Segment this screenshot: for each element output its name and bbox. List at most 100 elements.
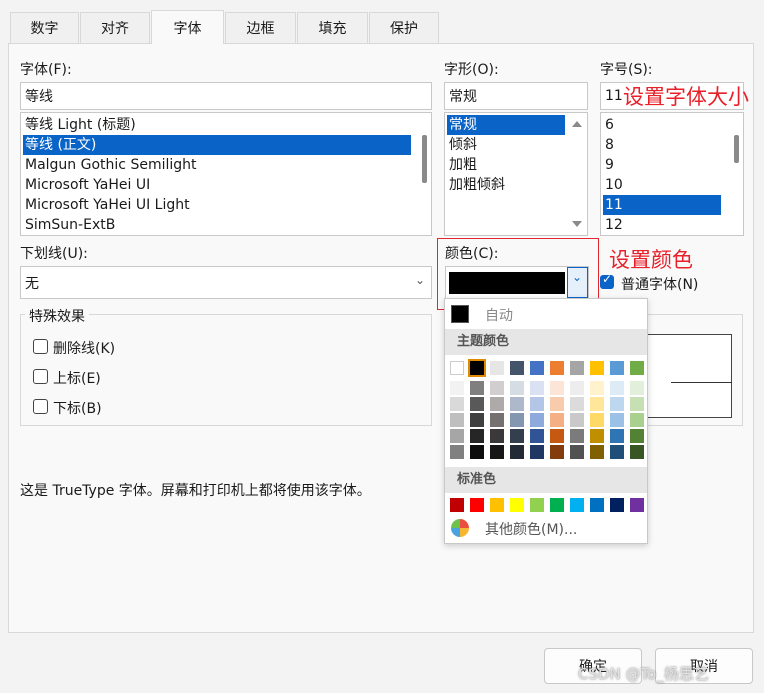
theme-color-swatch[interactable] xyxy=(550,397,564,411)
list-item[interactable]: 加粗 xyxy=(447,155,565,175)
theme-color-swatch[interactable] xyxy=(610,397,624,411)
theme-color-swatch[interactable] xyxy=(630,445,644,459)
font-style-list[interactable]: 常规 倾斜 加粗 加粗倾斜 xyxy=(444,112,588,236)
theme-color-swatch[interactable] xyxy=(530,413,544,427)
list-item[interactable]: Microsoft YaHei UI xyxy=(23,175,411,195)
list-item[interactable]: Microsoft YaHei UI Light xyxy=(23,195,411,215)
theme-color-swatch[interactable] xyxy=(510,429,524,443)
font-list-scrollbar[interactable] xyxy=(417,113,431,235)
theme-color-swatch[interactable] xyxy=(530,381,544,395)
theme-color-swatch[interactable] xyxy=(470,397,484,411)
theme-color-swatch[interactable] xyxy=(530,397,544,411)
theme-color-swatch[interactable] xyxy=(450,381,464,395)
theme-color-swatch[interactable] xyxy=(630,429,644,443)
list-item[interactable]: SimSun-ExtB xyxy=(23,215,411,235)
theme-color-swatch[interactable] xyxy=(490,361,504,375)
theme-color-swatch[interactable] xyxy=(530,445,544,459)
theme-color-swatch[interactable] xyxy=(630,413,644,427)
tab-font[interactable]: 字体 xyxy=(151,10,224,44)
strikethrough-checkbox[interactable] xyxy=(33,339,48,354)
list-item[interactable]: 9 xyxy=(603,155,721,175)
theme-color-swatch[interactable] xyxy=(550,361,564,375)
theme-color-swatch[interactable] xyxy=(550,413,564,427)
theme-color-swatch[interactable] xyxy=(570,381,584,395)
standard-color-swatch[interactable] xyxy=(590,498,604,512)
theme-color-swatch[interactable] xyxy=(470,413,484,427)
theme-color-swatch[interactable] xyxy=(590,361,604,375)
standard-color-swatch[interactable] xyxy=(470,498,484,512)
standard-color-swatch[interactable] xyxy=(510,498,524,512)
list-item-selected[interactable]: 11 xyxy=(603,195,721,215)
theme-color-swatch[interactable] xyxy=(570,397,584,411)
theme-color-swatch[interactable] xyxy=(530,361,544,375)
theme-color-swatch[interactable] xyxy=(590,397,604,411)
theme-color-swatch[interactable] xyxy=(610,381,624,395)
style-list-scrollbar[interactable] xyxy=(567,113,587,235)
auto-color-label[interactable]: 自动 xyxy=(485,305,513,325)
theme-color-swatch[interactable] xyxy=(510,413,524,427)
list-item[interactable]: Malgun Gothic Semilight xyxy=(23,155,411,175)
theme-color-swatch[interactable] xyxy=(510,381,524,395)
list-item-selected[interactable]: 等线 (正文) xyxy=(23,135,411,155)
theme-color-swatch[interactable] xyxy=(570,429,584,443)
list-item[interactable]: 加粗倾斜 xyxy=(447,175,565,195)
list-item[interactable]: 8 xyxy=(603,135,721,155)
theme-color-swatch[interactable] xyxy=(610,429,624,443)
standard-color-swatch[interactable] xyxy=(610,498,624,512)
theme-color-swatch[interactable] xyxy=(630,397,644,411)
theme-color-swatch[interactable] xyxy=(490,381,504,395)
theme-color-swatch[interactable] xyxy=(450,445,464,459)
theme-color-swatch[interactable] xyxy=(468,359,486,377)
theme-color-swatch[interactable] xyxy=(450,429,464,443)
size-list-scrollbar[interactable] xyxy=(729,113,743,235)
theme-color-swatch[interactable] xyxy=(550,429,564,443)
theme-color-swatch[interactable] xyxy=(550,381,564,395)
theme-color-swatch[interactable] xyxy=(530,429,544,443)
theme-color-swatch[interactable] xyxy=(470,445,484,459)
tab-fill[interactable]: 填充 xyxy=(297,12,368,43)
theme-color-swatch[interactable] xyxy=(490,413,504,427)
theme-color-swatch[interactable] xyxy=(630,361,644,375)
list-item[interactable]: 6 xyxy=(603,115,721,135)
tab-alignment[interactable]: 对齐 xyxy=(80,12,150,43)
list-item[interactable]: 倾斜 xyxy=(447,135,565,155)
theme-color-swatch[interactable] xyxy=(450,397,464,411)
list-item[interactable]: 12 xyxy=(603,215,721,235)
theme-color-swatch[interactable] xyxy=(610,413,624,427)
theme-color-swatch[interactable] xyxy=(570,413,584,427)
list-item-selected[interactable]: 常规 xyxy=(447,115,565,135)
list-item[interactable]: 等线 Light (标题) xyxy=(23,115,411,135)
theme-color-swatch[interactable] xyxy=(490,429,504,443)
theme-color-swatch[interactable] xyxy=(610,445,624,459)
theme-color-swatch[interactable] xyxy=(490,397,504,411)
theme-color-swatch[interactable] xyxy=(550,445,564,459)
list-item[interactable]: 10 xyxy=(603,175,721,195)
tab-number[interactable]: 数字 xyxy=(10,12,79,43)
theme-color-swatch[interactable] xyxy=(490,445,504,459)
theme-color-swatch[interactable] xyxy=(590,413,604,427)
theme-color-swatch[interactable] xyxy=(570,445,584,459)
subscript-checkbox[interactable] xyxy=(33,399,48,414)
theme-color-swatch[interactable] xyxy=(450,361,464,375)
theme-color-swatch[interactable] xyxy=(510,361,524,375)
tab-protection[interactable]: 保护 xyxy=(369,12,439,43)
font-list[interactable]: 等线 Light (标题) 等线 (正文) Malgun Gothic Semi… xyxy=(20,112,432,236)
theme-color-swatch[interactable] xyxy=(510,445,524,459)
auto-color-swatch[interactable] xyxy=(451,305,469,323)
standard-color-swatch[interactable] xyxy=(450,498,464,512)
standard-color-swatch[interactable] xyxy=(630,498,644,512)
theme-color-swatch[interactable] xyxy=(470,429,484,443)
theme-color-swatch[interactable] xyxy=(590,429,604,443)
scroll-down-icon[interactable] xyxy=(572,221,582,227)
tab-border[interactable]: 边框 xyxy=(225,12,296,43)
superscript-checkbox[interactable] xyxy=(33,369,48,384)
standard-color-swatch[interactable] xyxy=(550,498,564,512)
theme-color-swatch[interactable] xyxy=(510,397,524,411)
underline-select[interactable]: 无 ⌄ xyxy=(20,266,432,299)
standard-color-swatch[interactable] xyxy=(570,498,584,512)
scroll-thumb[interactable] xyxy=(422,135,427,183)
font-name-input[interactable]: 等线 xyxy=(20,82,432,110)
theme-color-swatch[interactable] xyxy=(570,361,584,375)
font-size-list[interactable]: 6 8 9 10 11 12 xyxy=(600,112,744,236)
scroll-up-icon[interactable] xyxy=(572,121,582,127)
